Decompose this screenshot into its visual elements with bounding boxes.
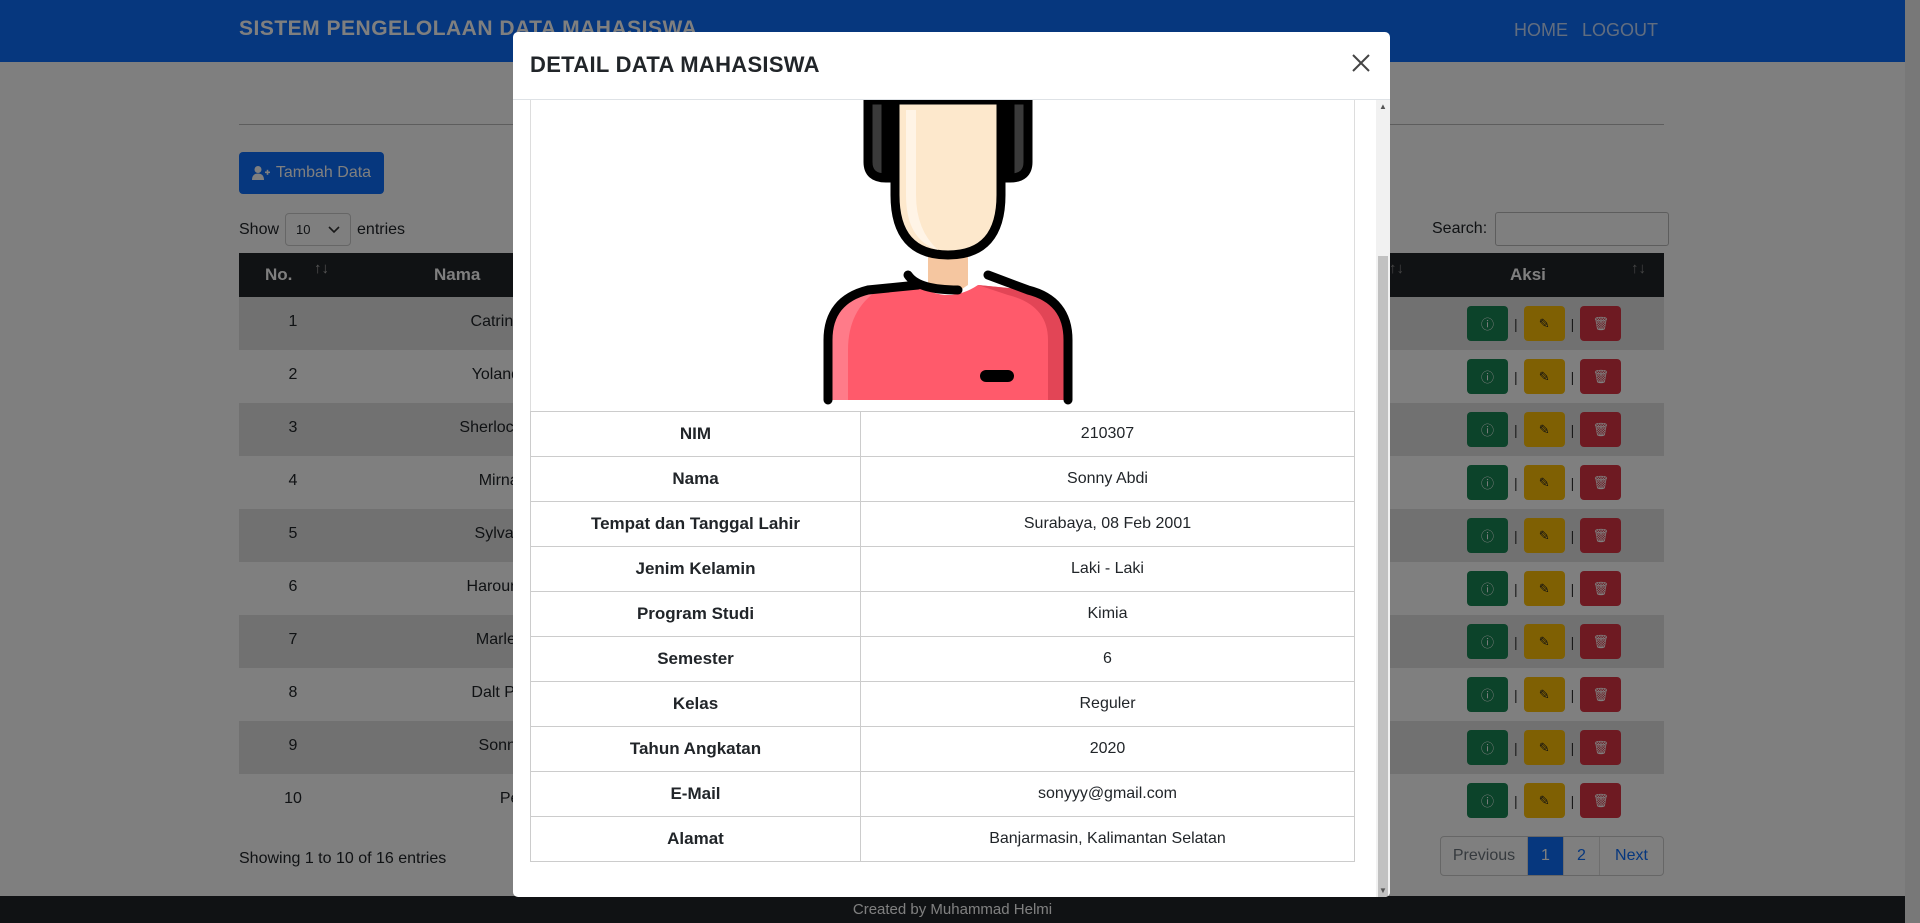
detail-key: Kelas: [530, 681, 861, 727]
detail-value: Reguler: [860, 681, 1355, 727]
detail-row-ttl: Tempat dan Tanggal Lahir Surabaya, 08 Fe…: [530, 501, 1355, 547]
detail-key: Program Studi: [530, 591, 861, 637]
detail-value: Kimia: [860, 591, 1355, 637]
scroll-up-icon[interactable]: ▲: [1379, 102, 1387, 111]
detail-table: NIM 210307 Nama Sonny Abdi Tempat dan Ta…: [530, 411, 1355, 862]
detail-key: Jenim Kelamin: [530, 546, 861, 592]
avatar-container: [530, 100, 1355, 411]
detail-key: Alamat: [530, 816, 861, 862]
modal-header: DETAIL DATA MAHASISWA: [513, 32, 1390, 100]
detail-key: NIM: [530, 411, 861, 457]
detail-key: E-Mail: [530, 771, 861, 817]
detail-row-nama: Nama Sonny Abdi: [530, 456, 1355, 502]
detail-value: 210307: [860, 411, 1355, 457]
detail-row-email: E-Mail sonyyy@gmail.com: [530, 771, 1355, 817]
detail-row-gender: Jenim Kelamin Laki - Laki: [530, 546, 1355, 592]
detail-key: Tahun Angkatan: [530, 726, 861, 772]
detail-modal: DETAIL DATA MAHASISWA NIM 210307 Nama So…: [513, 32, 1390, 897]
close-icon[interactable]: [1346, 48, 1376, 78]
detail-value: Banjarmasin, Kalimantan Selatan: [860, 816, 1355, 862]
detail-value: 2020: [860, 726, 1355, 772]
scroll-thumb[interactable]: [1378, 256, 1388, 897]
modal-body: NIM 210307 Nama Sonny Abdi Tempat dan Ta…: [513, 100, 1390, 897]
scroll-down-icon[interactable]: ▼: [1379, 886, 1387, 895]
detail-key: Tempat dan Tanggal Lahir: [530, 501, 861, 547]
avatar: [823, 100, 1073, 405]
modal-scrollbar[interactable]: ▲ ▼: [1376, 100, 1390, 897]
detail-key: Nama: [530, 456, 861, 502]
detail-value: sonyyy@gmail.com: [860, 771, 1355, 817]
detail-row-angkatan: Tahun Angkatan 2020: [530, 726, 1355, 772]
detail-row-kelas: Kelas Reguler: [530, 681, 1355, 727]
detail-value: 6: [860, 636, 1355, 682]
detail-value: Surabaya, 08 Feb 2001: [860, 501, 1355, 547]
modal-title: DETAIL DATA MAHASISWA: [530, 52, 820, 77]
detail-value: Sonny Abdi: [860, 456, 1355, 502]
detail-row-prodi: Program Studi Kimia: [530, 591, 1355, 637]
detail-row-alamat: Alamat Banjarmasin, Kalimantan Selatan: [530, 816, 1355, 862]
detail-value: Laki - Laki: [860, 546, 1355, 592]
detail-row-nim: NIM 210307: [530, 411, 1355, 457]
detail-row-semester: Semester 6: [530, 636, 1355, 682]
detail-key: Semester: [530, 636, 861, 682]
